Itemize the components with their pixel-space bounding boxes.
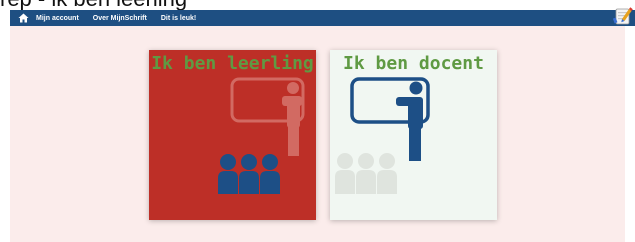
page: rep - ik ben leerling Mijn account Over … bbox=[0, 0, 635, 242]
top-navbar: Mijn account Over MijnSchrift Dit is leu… bbox=[10, 7, 635, 26]
nav-link-over-mijnschrift[interactable]: Over MijnSchrift bbox=[93, 15, 147, 22]
card-ik-ben-leerling[interactable]: Ik ben leerling bbox=[149, 50, 316, 220]
home-icon bbox=[18, 13, 28, 23]
nav-link-dit-is-leuk[interactable]: Dit is leuk! bbox=[161, 15, 196, 22]
pencil-tablet-icon[interactable] bbox=[613, 6, 633, 26]
nav-link-mijn-account[interactable]: Mijn account bbox=[36, 15, 79, 22]
students-icon bbox=[218, 77, 305, 194]
page-caption: rep - ik ben leerling bbox=[0, 0, 187, 10]
teacher-icon bbox=[335, 77, 430, 194]
home-link[interactable] bbox=[10, 10, 36, 26]
main-content: Ik ben leerling Ik ben docent bbox=[10, 26, 625, 242]
card-ik-ben-docent[interactable]: Ik ben docent bbox=[330, 50, 497, 220]
